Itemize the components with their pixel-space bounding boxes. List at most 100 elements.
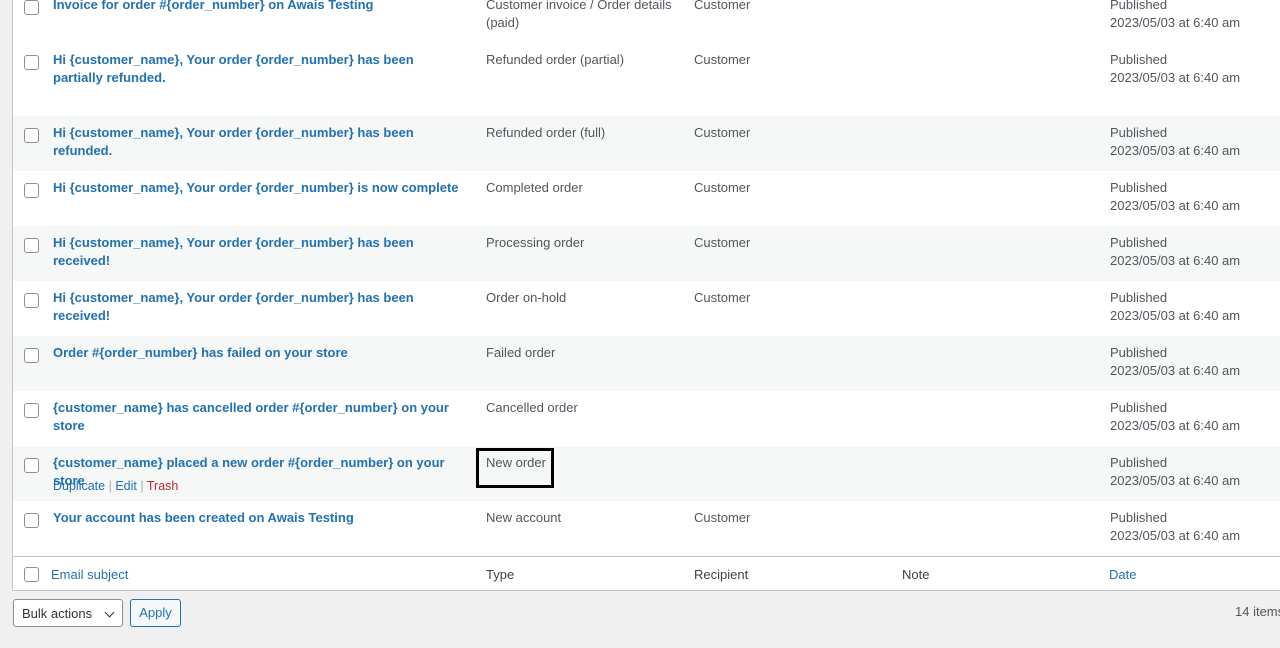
bulk-actions-select[interactable]: Bulk actions	[13, 599, 123, 627]
status-text: Published	[1110, 125, 1168, 140]
type-cell: Cancelled order	[486, 400, 578, 415]
email-templates-table: Invoice for order #{order_number} on Awa…	[12, 0, 1280, 591]
item-count: 14 items	[1235, 604, 1280, 619]
date-cell: Published 2023/05/03 at 6:40 am	[1110, 454, 1240, 490]
date-cell: Published 2023/05/03 at 6:40 am	[1110, 234, 1240, 270]
table-footer: Email subject Type Recipient Note Date	[13, 556, 1280, 590]
row-checkbox[interactable]	[24, 238, 39, 253]
date-text: 2023/05/03 at 6:40 am	[1110, 363, 1241, 378]
email-subject-cell: Hi {customer_name}, Your order {order_nu…	[53, 234, 463, 270]
email-subject-link[interactable]: Order #{order_number} has failed on your…	[53, 345, 348, 360]
row-checkbox[interactable]	[24, 55, 39, 70]
action-separator: |	[108, 479, 112, 493]
date-cell: Published 2023/05/03 at 6:40 am	[1110, 0, 1240, 32]
table-row: Your account has been created on Awais T…	[13, 501, 1280, 556]
type-cell: New order	[486, 455, 546, 470]
row-checkbox[interactable]	[24, 348, 39, 363]
status-text: Published	[1110, 235, 1168, 250]
row-checkbox[interactable]	[24, 458, 39, 473]
table-row: Hi {customer_name}, Your order {order_nu…	[13, 116, 1280, 171]
email-subject-cell: {customer_name} has cancelled order #{or…	[53, 399, 463, 435]
email-subject-link[interactable]: Hi {customer_name}, Your order {order_nu…	[53, 180, 459, 195]
email-subject-cell: Order #{order_number} has failed on your…	[53, 344, 463, 362]
recipient-cell: Customer	[694, 290, 751, 305]
email-subject-cell: Invoice for order #{order_number} on Awa…	[53, 0, 463, 14]
recipient-cell: Customer	[694, 180, 751, 195]
column-date[interactable]: Date	[1109, 566, 1136, 584]
status-text: Published	[1110, 455, 1168, 470]
type-cell: Completed order	[486, 180, 583, 195]
recipient-cell: Customer	[694, 510, 751, 525]
email-subject-cell: Hi {customer_name}, Your order {order_nu…	[53, 124, 463, 160]
type-cell: Failed order	[486, 345, 556, 360]
date-text: 2023/05/03 at 6:40 am	[1110, 528, 1241, 543]
row-checkbox[interactable]	[24, 128, 39, 143]
date-cell: Published 2023/05/03 at 6:40 am	[1110, 399, 1240, 435]
date-text: 2023/05/03 at 6:40 am	[1110, 70, 1241, 85]
recipient-cell: Customer	[694, 0, 751, 12]
recipient-cell: Customer	[694, 235, 751, 250]
email-subject-cell: Hi {customer_name}, Your order {order_nu…	[53, 179, 463, 197]
email-subject-link[interactable]: {customer_name} has cancelled order #{or…	[53, 400, 449, 433]
email-subject-cell: Hi {customer_name}, Your order {order_nu…	[53, 51, 463, 87]
type-cell: New account	[486, 510, 562, 525]
table-row: {customer_name} placed a new order #{ord…	[13, 446, 1280, 501]
row-checkbox[interactable]	[24, 403, 39, 418]
bulk-actions-value: Bulk actions	[22, 606, 93, 621]
recipient-cell: Customer	[694, 125, 751, 140]
table-row: Hi {customer_name}, Your order {order_nu…	[13, 281, 1280, 336]
date-cell: Published 2023/05/03 at 6:40 am	[1110, 124, 1240, 160]
column-note: Note	[902, 567, 930, 582]
email-subject-link[interactable]: Hi {customer_name}, Your order {order_nu…	[53, 125, 414, 158]
status-text: Published	[1110, 290, 1168, 305]
status-text: Published	[1110, 400, 1168, 415]
status-text: Published	[1110, 510, 1168, 525]
date-text: 2023/05/03 at 6:40 am	[1110, 198, 1241, 213]
column-type: Type	[486, 567, 515, 582]
date-text: 2023/05/03 at 6:40 am	[1110, 473, 1241, 488]
table-row: Hi {customer_name}, Your order {order_nu…	[13, 171, 1280, 226]
status-text: Published	[1110, 345, 1168, 360]
row-actions: Duplicate | Edit | Trash	[53, 477, 178, 495]
recipient-cell: Customer	[694, 52, 751, 67]
type-cell: Customer invoice / Order details (paid)	[486, 0, 672, 30]
table-row: Hi {customer_name}, Your order {order_nu…	[13, 43, 1280, 116]
date-cell: Published 2023/05/03 at 6:40 am	[1110, 51, 1240, 87]
email-subject-cell: Your account has been created on Awais T…	[53, 509, 463, 527]
date-cell: Published 2023/05/03 at 6:40 am	[1110, 344, 1240, 380]
row-checkbox[interactable]	[24, 183, 39, 198]
email-subject-link[interactable]: Your account has been created on Awais T…	[53, 510, 354, 525]
date-text: 2023/05/03 at 6:40 am	[1110, 308, 1241, 323]
select-all-checkbox[interactable]	[24, 567, 39, 582]
row-checkbox[interactable]	[24, 513, 39, 528]
table-row: Order #{order_number} has failed on your…	[13, 336, 1280, 391]
email-subject-cell: Hi {customer_name}, Your order {order_nu…	[53, 289, 463, 325]
date-text: 2023/05/03 at 6:40 am	[1110, 15, 1241, 30]
duplicate-link[interactable]: Duplicate	[53, 479, 105, 493]
edit-link[interactable]: Edit	[115, 479, 137, 493]
row-checkbox[interactable]	[24, 293, 39, 308]
column-recipient: Recipient	[694, 567, 749, 582]
email-subject-link[interactable]: Invoice for order #{order_number} on Awa…	[53, 0, 374, 12]
email-subject-link[interactable]: Hi {customer_name}, Your order {order_nu…	[53, 52, 414, 85]
type-cell: Processing order	[486, 235, 585, 250]
apply-button[interactable]: Apply	[130, 599, 181, 627]
email-subject-link[interactable]: Hi {customer_name}, Your order {order_nu…	[53, 235, 414, 268]
date-cell: Published 2023/05/03 at 6:40 am	[1110, 509, 1240, 545]
date-text: 2023/05/03 at 6:40 am	[1110, 253, 1241, 268]
status-text: Published	[1110, 52, 1168, 67]
chevron-down-icon	[104, 607, 115, 618]
action-separator: |	[140, 479, 144, 493]
table-row: Hi {customer_name}, Your order {order_nu…	[13, 226, 1280, 281]
date-cell: Published 2023/05/03 at 6:40 am	[1110, 179, 1240, 215]
table-row: {customer_name} has cancelled order #{or…	[13, 391, 1280, 446]
column-email-subject[interactable]: Email subject	[51, 566, 128, 584]
row-checkbox[interactable]	[24, 0, 39, 15]
email-subject-link[interactable]: Hi {customer_name}, Your order {order_nu…	[53, 290, 414, 323]
status-text: Published	[1110, 180, 1168, 195]
table-row: Invoice for order #{order_number} on Awa…	[13, 0, 1280, 43]
type-cell: Refunded order (partial)	[486, 52, 625, 67]
type-cell: Refunded order (full)	[486, 125, 606, 140]
date-text: 2023/05/03 at 6:40 am	[1110, 418, 1241, 433]
trash-link[interactable]: Trash	[147, 479, 179, 493]
